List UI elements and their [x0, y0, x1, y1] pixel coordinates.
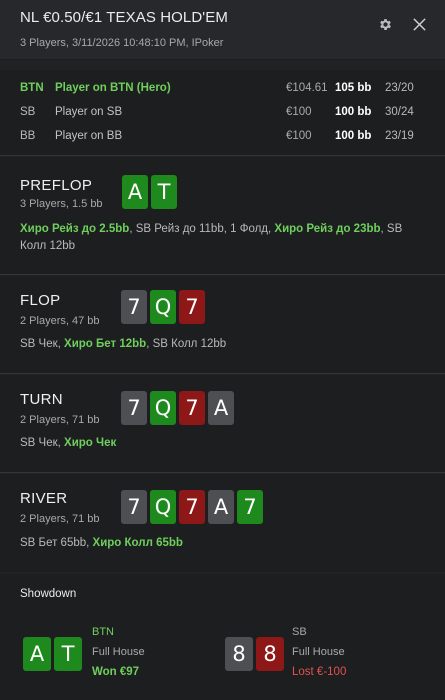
street-name: FLOP [20, 292, 61, 309]
street-actions: Хиро Рейз до 2.5bb, SB Рейз до 11bb, 1 Ф… [20, 221, 415, 255]
street-name: TURN [20, 391, 63, 408]
street-actions: SB Бет 65bb, Хиро Колл 65bb [20, 535, 415, 552]
showdown-hand-cards: A T [23, 637, 82, 671]
close-icon [412, 17, 426, 31]
player-stack-bb: 100 bb [335, 130, 372, 142]
showdown-hand-rank: Full House [92, 646, 145, 658]
playing-card: A [23, 637, 51, 671]
player-stats: 23/19 [385, 130, 414, 142]
hero-action: Хиро Бет 12bb [64, 338, 147, 350]
gear-icon [379, 18, 391, 30]
playing-card: 7 [121, 290, 147, 324]
hero-action: Хиро Колл 65bb [92, 537, 183, 549]
player-stack: €100 [286, 106, 312, 118]
player-stack-bb: 100 bb [335, 106, 372, 118]
street-info: 2 Players, 71 bb [20, 513, 100, 525]
player-position: SB [20, 106, 36, 118]
playing-card: 7 [121, 490, 147, 524]
street-name: PREFLOP [20, 177, 93, 194]
player-stats: 23/20 [385, 82, 414, 94]
playing-card: T [151, 175, 177, 209]
showdown-position: SB [292, 626, 307, 638]
player-row: BB Player on BB €100 100 bb 23/19 [0, 127, 445, 147]
playing-card: 7 [237, 490, 263, 524]
hero-hole-cards: A T [122, 175, 177, 209]
hand-subtitle: 3 Players, 3/11/2026 10:48:10 PM, IPoker [20, 37, 224, 49]
playing-card: T [54, 637, 82, 671]
street-turn: TURN 2 Players, 71 bb 7 Q 7 A SB Чек, Хи… [0, 375, 445, 473]
showdown-hand-cards: 8 8 [225, 637, 284, 671]
street-preflop: PREFLOP 3 Players, 1.5 bb A T Хиро Рейз … [0, 157, 445, 275]
playing-card: 7 [179, 490, 205, 524]
action-text: SB Чек, [20, 437, 65, 449]
player-position: BB [20, 130, 36, 142]
street-actions: SB Чек, Хиро Бет 12bb, SB Колл 12bb [20, 336, 415, 353]
showdown-position: BTN [92, 626, 114, 638]
player-row: BTN Player on BTN (Hero) €104.61 105 bb … [0, 79, 445, 99]
player-name: Player on SB [55, 106, 123, 118]
player-name: Player on BTN (Hero) [55, 82, 171, 94]
street-flop: FLOP 2 Players, 47 bb 7 Q 7 SB Чек, Хиро… [0, 276, 445, 374]
playing-card: Q [150, 391, 176, 425]
players-list: BTN Player on BTN (Hero) €104.61 105 bb … [0, 70, 445, 156]
hero-action: Хиро Рейз до 23bb [274, 223, 381, 235]
player-stack-bb: 105 bb [335, 82, 372, 94]
street-actions: SB Чек, Хиро Чек [20, 435, 415, 452]
player-position: BTN [20, 82, 44, 94]
playing-card: 7 [179, 391, 205, 425]
board-cards: 7 Q 7 A [121, 391, 234, 425]
board-cards: 7 Q 7 [121, 290, 205, 324]
playing-card: A [208, 391, 234, 425]
close-button[interactable] [408, 13, 430, 35]
hero-action: Хиро Рейз до 2.5bb [20, 223, 130, 235]
playing-card: Q [150, 290, 176, 324]
player-stack: €104.61 [286, 82, 328, 94]
player-row: SB Player on SB €100 100 bb 30/24 [0, 103, 445, 123]
showdown-hand-rank: Full House [292, 646, 345, 658]
street-river: RIVER 2 Players, 71 bb 7 Q 7 A 7 SB Бет … [0, 474, 445, 572]
playing-card: A [208, 490, 234, 524]
action-text: , SB Рейз до 11bb, 1 Фолд, [129, 223, 275, 235]
showdown-title: Showdown [20, 588, 77, 600]
action-text: SB Бет 65bb, [20, 537, 93, 549]
showdown-result: Won €97 [92, 666, 140, 678]
playing-card: 8 [225, 637, 253, 671]
playing-card: 7 [121, 391, 147, 425]
action-text: , SB Колл 12bb [146, 338, 227, 350]
board-cards: 7 Q 7 A 7 [121, 490, 263, 524]
playing-card: 7 [179, 290, 205, 324]
showdown-result: Lost €-100 [292, 666, 347, 678]
street-name: RIVER [20, 490, 68, 507]
player-stats: 30/24 [385, 106, 414, 118]
hero-action: Хиро Чек [64, 437, 117, 449]
showdown-section: Showdown A T BTN Full House Won €97 8 8 … [0, 574, 445, 700]
action-text: SB Чек, [20, 338, 65, 350]
hand-header: NL €0.50/€1 TEXAS HOLD'EM 3 Players, 3/1… [0, 0, 445, 60]
playing-card: A [122, 175, 148, 209]
street-info: 2 Players, 47 bb [20, 315, 100, 327]
street-info: 3 Players, 1.5 bb [20, 198, 103, 210]
player-name: Player on BB [55, 130, 123, 142]
hand-title: NL €0.50/€1 TEXAS HOLD'EM [20, 9, 228, 26]
street-info: 2 Players, 71 bb [20, 414, 100, 426]
playing-card: Q [150, 490, 176, 524]
settings-button[interactable] [374, 13, 396, 35]
player-stack: €100 [286, 130, 312, 142]
playing-card: 8 [256, 637, 284, 671]
